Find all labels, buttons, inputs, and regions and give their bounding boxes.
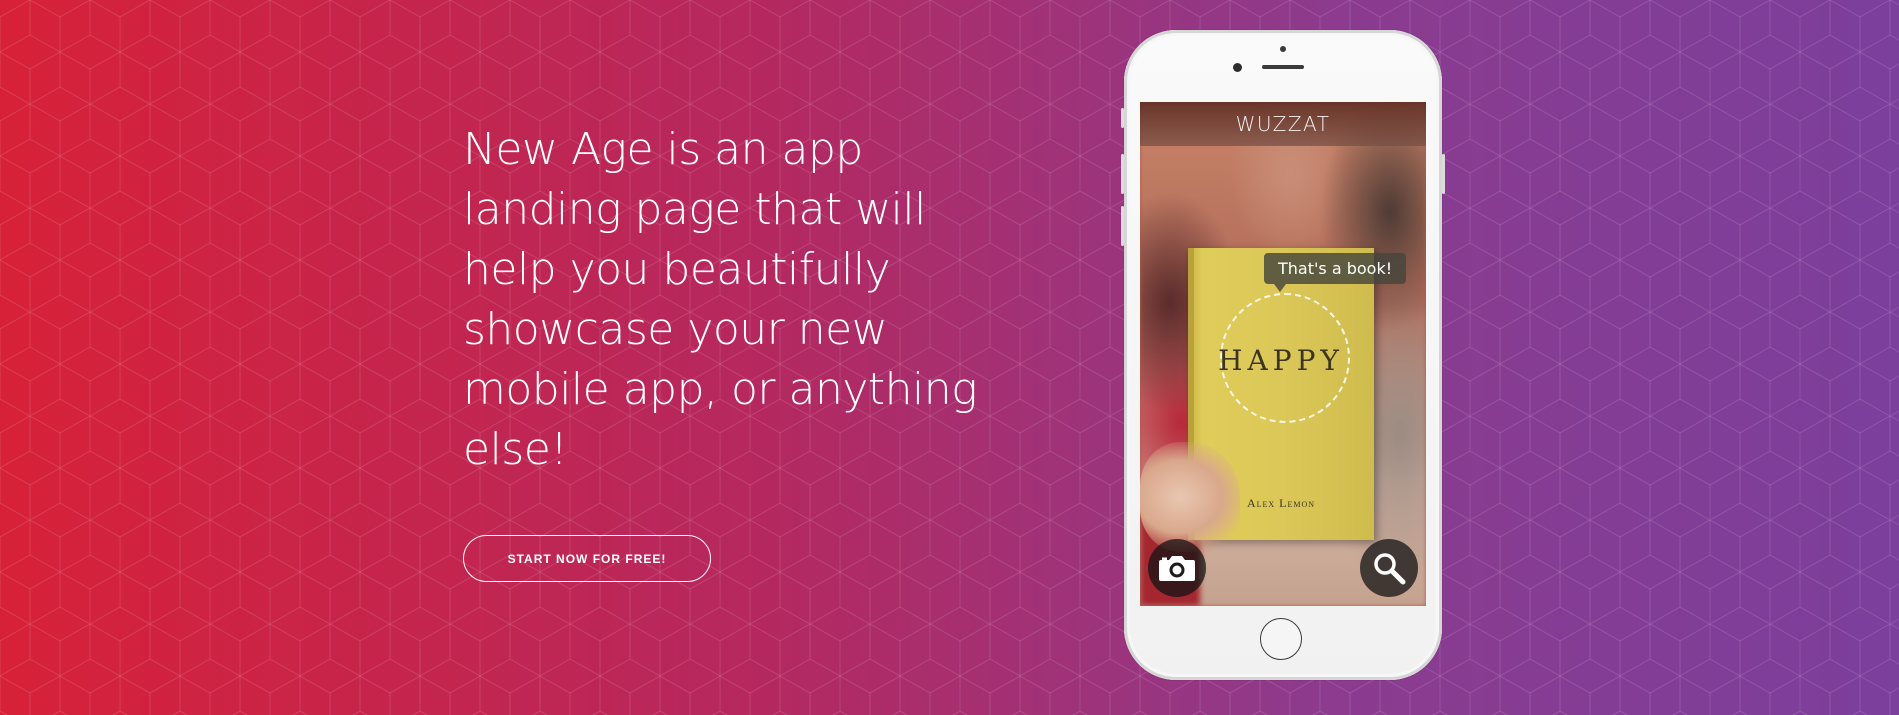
app-title-bar: WUZZAT [1140,102,1426,146]
phone-side-button [1121,108,1124,128]
start-now-button[interactable]: START NOW FOR FREE! [463,535,711,582]
phone-speaker [1262,65,1304,69]
search-icon [1374,553,1406,585]
search-button[interactable] [1360,539,1418,597]
detection-tooltip: That's a book! [1264,253,1407,292]
phone-volume-up [1121,154,1124,194]
phone-volume-down [1121,206,1124,246]
phone-sensor [1280,46,1286,52]
app-title: WUZZAT [1235,112,1331,136]
phone-power-button [1442,154,1445,194]
phone-front-camera [1233,63,1242,72]
camera-button[interactable] [1148,539,1206,597]
phone-home-button [1260,618,1302,660]
hand-image [1140,442,1240,552]
hero-headline: New Age is an app landing page that will… [463,124,978,475]
camera-icon [1159,556,1195,581]
tooltip-text: That's a book! [1278,259,1393,278]
phone-mockup: HAPPY Alex Lemon WUZZAT That's a book! [1121,30,1445,680]
book-title: HAPPY [1218,344,1344,377]
phone-screen: HAPPY Alex Lemon WUZZAT That's a book! [1140,102,1426,606]
